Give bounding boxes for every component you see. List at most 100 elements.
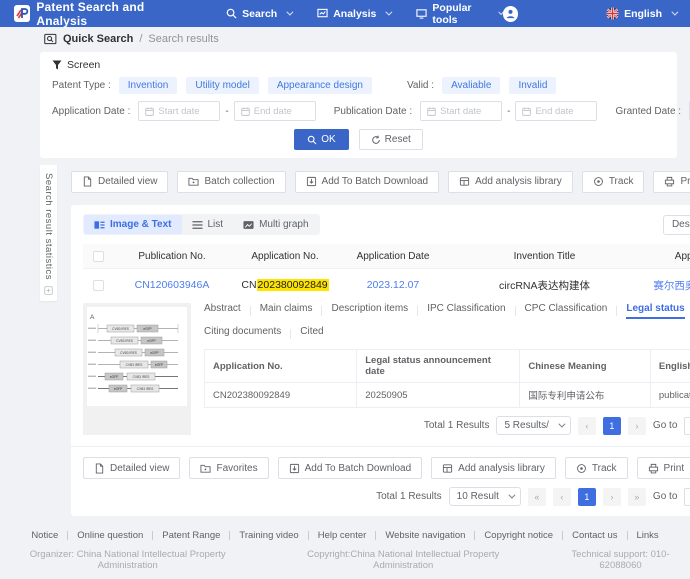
patent-type-invention[interactable]: Invention	[119, 77, 178, 94]
tab-list[interactable]: List	[182, 215, 234, 234]
inner-next-page-button[interactable]: ›	[628, 417, 646, 435]
valid-invalid[interactable]: Invalid	[509, 77, 556, 94]
bottom-goto-input[interactable]	[684, 488, 690, 506]
application-date-end-input[interactable]: End date	[234, 101, 316, 121]
detailed-view-button[interactable]: Detailed view	[83, 457, 180, 479]
nav-analysis[interactable]: Analysis	[317, 8, 390, 20]
prev-page-button[interactable]: ‹	[553, 488, 571, 506]
inner-goto-input[interactable]	[684, 417, 690, 435]
tab-cpc-classification[interactable]: CPC Classification	[525, 303, 608, 319]
application-date-start-input[interactable]: Start date	[138, 101, 220, 121]
tab-abstract[interactable]: Abstract	[204, 303, 241, 319]
footer-link[interactable]: Notice	[31, 530, 58, 541]
ok-button[interactable]: OK	[294, 129, 348, 150]
patent-figure-thumbnail[interactable]: A CVB3 IRES eGFP CVB3 IRES eGFP	[83, 303, 191, 435]
select-all-checkbox[interactable]	[93, 251, 104, 262]
track-button[interactable]: Track	[582, 171, 645, 193]
row-checkbox[interactable]	[93, 280, 104, 291]
filter-title-label: Screen	[67, 59, 100, 71]
track-button[interactable]: Track	[565, 457, 628, 479]
track-icon	[593, 176, 604, 187]
legal-status-row: CN202380092849 20250905 国际专利申请公布 publica…	[205, 383, 690, 408]
legal-col-date: Legal status announcement date	[357, 350, 520, 383]
add-to-batch-download-button[interactable]: Add To Batch Download	[278, 457, 423, 479]
print-icon	[664, 176, 675, 187]
inner-goto-label: Go to	[653, 420, 677, 431]
results-table-header: Publication No. Application No. Applicat…	[83, 244, 690, 269]
add-to-batch-download-button[interactable]: Add To Batch Download	[295, 171, 440, 193]
document-icon	[94, 463, 105, 474]
tab-multi-graph[interactable]: Multi graph	[233, 215, 318, 234]
tools-icon	[416, 8, 427, 19]
print-button[interactable]: Print	[637, 457, 690, 479]
nav-search[interactable]: Search	[226, 8, 291, 20]
patent-type-appearance-design[interactable]: Appearance design	[268, 77, 372, 94]
reset-button[interactable]: Reset	[359, 129, 423, 150]
application-date-cell[interactable]: 2023.12.07	[339, 279, 447, 291]
chevron-down-icon	[508, 492, 515, 499]
tab-cited[interactable]: Cited	[300, 326, 323, 342]
invention-title-cell: circRNA表达构建体	[447, 278, 642, 293]
tab-main-claims[interactable]: Main claims	[260, 303, 313, 319]
sort-value: Descending	[672, 219, 690, 230]
tab-ipc-classification[interactable]: IPC Classification	[427, 303, 505, 319]
page-1-button[interactable]: 1	[578, 488, 596, 506]
next-page-button[interactable]: ›	[603, 488, 621, 506]
nav-popular-tools[interactable]: Popular tools	[416, 2, 502, 26]
publication-date-end-input[interactable]: End date	[515, 101, 597, 121]
footer-link[interactable]: Help center	[318, 530, 367, 541]
last-page-button[interactable]: »	[628, 488, 646, 506]
print-button[interactable]: Print	[653, 171, 690, 193]
svg-text:CVB3 IRES: CVB3 IRES	[126, 363, 143, 367]
patent-type-utility-model[interactable]: Utility model	[186, 77, 258, 94]
footer-link[interactable]: Links	[637, 530, 659, 541]
publication-date-start-input[interactable]: Start date	[420, 101, 502, 121]
footer-link[interactable]: Website navigation	[385, 530, 465, 541]
footer-link[interactable]: Online question	[77, 530, 143, 541]
top-nav: Search Analysis Popular tools	[226, 2, 503, 26]
chevron-down-icon	[386, 9, 393, 16]
brand[interactable]: Patent Search and Analysis	[14, 0, 192, 28]
inner-page-1-button[interactable]: 1	[603, 417, 621, 435]
library-icon	[442, 463, 453, 474]
footer-link[interactable]: Training video	[239, 530, 298, 541]
inner-page-size-select[interactable]: 5 Results/	[496, 416, 570, 435]
svg-text:eGFP: eGFP	[114, 387, 122, 391]
track-icon	[576, 463, 587, 474]
footer-link[interactable]: Contact us	[572, 530, 617, 541]
publication-no-link[interactable]: CN120603946A	[113, 279, 231, 291]
tab-image-text[interactable]: Image & Text	[84, 215, 182, 234]
first-page-button[interactable]: «	[528, 488, 546, 506]
svg-text:CVB3 IRES: CVB3 IRES	[116, 339, 133, 343]
tab-legal-status[interactable]: Legal status	[626, 303, 684, 319]
footer-link[interactable]: Patent Range	[162, 530, 220, 541]
footer-link[interactable]: Copyright notice	[484, 530, 553, 541]
add-analysis-library-button[interactable]: Add analysis library	[431, 457, 556, 479]
side-tab-statistics[interactable]: Search result statistics	[40, 165, 57, 301]
add-analysis-library-button[interactable]: Add analysis library	[448, 171, 573, 193]
refresh-icon	[371, 135, 381, 145]
applicant-link[interactable]: 赛尔西奥有限公司	[642, 278, 690, 293]
svg-text:eGFP: eGFP	[147, 339, 155, 343]
tab-description-items[interactable]: Description items	[331, 303, 408, 319]
legal-col-english: English Meaning	[650, 350, 690, 383]
valid-available[interactable]: Avaliable	[442, 77, 500, 94]
breadcrumb-current[interactable]: Quick Search	[63, 33, 133, 45]
bottom-page-size-select[interactable]: 10 Result	[449, 487, 521, 506]
language-selector[interactable]: English	[606, 7, 676, 20]
calendar-icon	[241, 107, 250, 116]
main-content: Screen Patent Type : Invention Utility m…	[0, 50, 690, 516]
detailed-view-button[interactable]: Detailed view	[71, 171, 168, 193]
inner-prev-page-button[interactable]: ‹	[578, 417, 596, 435]
favorites-button[interactable]: Favorites	[189, 457, 268, 479]
language-label: English	[624, 8, 662, 20]
tab-citing-documents[interactable]: Citing documents	[204, 326, 281, 342]
user-icon	[505, 8, 516, 19]
folder-star-icon	[200, 463, 211, 474]
application-date-label: Application Date :	[52, 106, 130, 117]
svg-text:A: A	[90, 314, 95, 321]
batch-collection-button[interactable]: Batch collection	[177, 171, 285, 193]
sort-select[interactable]: Descending	[663, 215, 690, 235]
user-avatar[interactable]	[503, 6, 518, 22]
publication-date-label: Publication Date :	[334, 106, 412, 117]
